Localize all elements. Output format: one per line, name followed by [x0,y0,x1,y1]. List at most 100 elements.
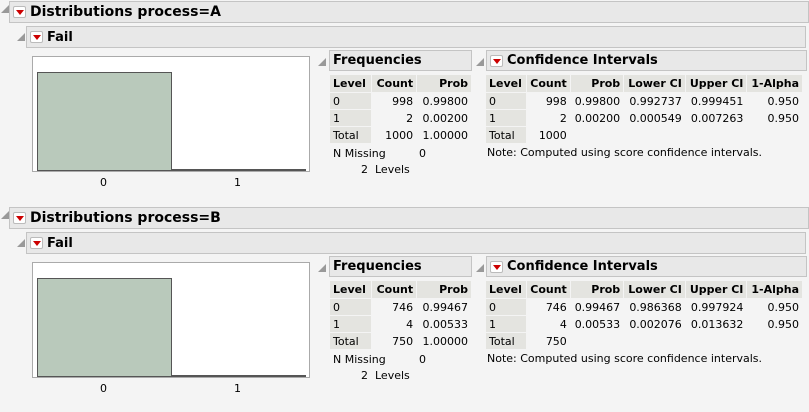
column-header: Count [526,75,570,92]
table-cell: Total [330,127,371,143]
table-cell [686,333,747,349]
table-cell: 1000 [538,128,567,142]
table-cell: 0.997924 [690,300,744,314]
levels-count: 2 Levels [361,163,410,176]
red-triangle-menu-icon[interactable] [30,237,43,249]
table-cell: 0 [486,299,526,315]
x-tick-label: 0 [100,176,107,189]
distribution-section: Distributions process=A Fail 01 Frequenc… [0,0,809,206]
table-row: Total 1000 [486,127,802,143]
table-row: 1 4 0.00533 0.002076 0.013632 0.950 [486,316,802,332]
bar-chart [32,56,310,172]
table-row: 0 746 0.99467 0.986368 0.997924 0.950 [486,299,802,315]
collapse-icon[interactable] [476,264,484,272]
column-header: Prob [570,281,624,298]
levels-count: 2 Levels [361,369,410,382]
column-header: Count [526,281,570,298]
table-cell: 1 [486,110,526,126]
table-row: 1 2 0.00200 0.000549 0.007263 0.950 [486,110,802,126]
table-cell: 4 [406,317,414,331]
frequencies-title: Frequencies [333,53,422,68]
collapse-icon[interactable] [318,264,326,272]
n-missing-label: N Missing [333,147,386,160]
section-header: Distributions process=A [9,1,809,23]
table-cell: 0.013632 [690,317,744,331]
column-header: Count [371,75,417,92]
section-title: Distributions process=B [30,210,221,226]
variable-title: Fail [47,235,73,251]
column-header: Prob [417,281,471,298]
x-tick-label: 1 [234,176,241,189]
bar-1 [171,169,306,171]
table-cell: 1.00000 [422,334,469,348]
section-title: Distributions process=A [30,4,221,20]
table-row: Total 1000 1.00000 [330,127,471,143]
collapse-icon[interactable] [17,239,25,247]
variable-title: Fail [47,29,73,45]
table-row: 0 746 0.99467 [330,299,471,315]
table-cell: 0.950 [767,94,800,108]
table-cell: 0 [330,93,371,109]
bar-1 [171,375,306,377]
table-cell: 750 [545,334,567,348]
table-cell: 0.99467 [574,300,621,314]
table-cell: 998 [545,94,567,108]
table-cell: 0.992737 [629,94,682,108]
table-cell: 0.007263 [690,111,744,125]
table-cell: 2 [559,111,567,125]
column-header: Level [486,75,526,92]
table-cell: 1 [330,110,371,126]
red-triangle-menu-icon[interactable] [30,31,43,43]
column-header: Lower CI [624,281,685,298]
variable-header: Fail [26,26,806,48]
table-cell: 0 [330,299,371,315]
table-cell: 0.00200 [574,111,621,125]
table-cell [624,333,685,349]
table-cell: 746 [392,300,414,314]
red-triangle-menu-icon[interactable] [13,212,26,224]
collapse-icon[interactable] [1,211,9,219]
ci-header: Confidence Intervals [486,50,807,71]
red-triangle-menu-icon[interactable] [490,54,503,67]
table-row: 1 4 0.00533 [330,316,471,332]
table-cell: 998 [392,94,414,108]
frequencies-table: Level Count Prob 0 746 0.99467 1 4 0.00533 Total 7… [329,280,472,350]
table-cell: 0 [486,93,526,109]
collapse-icon[interactable] [476,58,484,66]
table-cell: 0.00533 [422,317,469,331]
ci-table: Level Count Prob Lower CI Upper CI 1-Alpha 0 99… [485,74,803,144]
table-cell: 2 [406,111,414,125]
column-header: Prob [570,75,624,92]
table-cell [571,333,623,349]
table-cell [747,127,802,143]
table-cell: 0.99467 [422,300,469,314]
n-missing-value: 0 [419,353,426,366]
frequencies-table: Level Count Prob 0 998 0.99800 1 2 0.00200 Total 1… [329,74,472,144]
table-cell [571,127,623,143]
red-triangle-menu-icon[interactable] [490,260,503,273]
table-cell: 750 [392,334,414,348]
table-cell [686,127,747,143]
collapse-icon[interactable] [318,58,326,66]
n-missing-label: N Missing [333,353,386,366]
red-triangle-menu-icon[interactable] [13,6,26,18]
column-header: Lower CI [624,75,685,92]
distribution-section: Distributions process=B Fail 01 Frequenc… [0,206,809,412]
table-cell: 1.00000 [422,128,469,142]
column-header: Level [330,75,371,92]
table-cell: 0.950 [767,300,800,314]
column-header: Upper CI [685,75,747,92]
table-cell: 0.99800 [422,94,469,108]
section-header: Distributions process=B [9,207,809,229]
collapse-icon[interactable] [1,5,9,13]
column-header: 1-Alpha [747,281,802,298]
collapse-icon[interactable] [17,33,25,41]
table-cell: Total [486,333,526,349]
table-cell: 0.950 [767,111,800,125]
table-cell: 1000 [385,128,414,142]
column-header: 1-Alpha [747,75,802,92]
table-cell [747,333,802,349]
ci-table: Level Count Prob Lower CI Upper CI 1-Alpha 0 74… [485,280,803,350]
x-tick-label: 0 [100,382,107,395]
ci-header: Confidence Intervals [486,256,807,277]
